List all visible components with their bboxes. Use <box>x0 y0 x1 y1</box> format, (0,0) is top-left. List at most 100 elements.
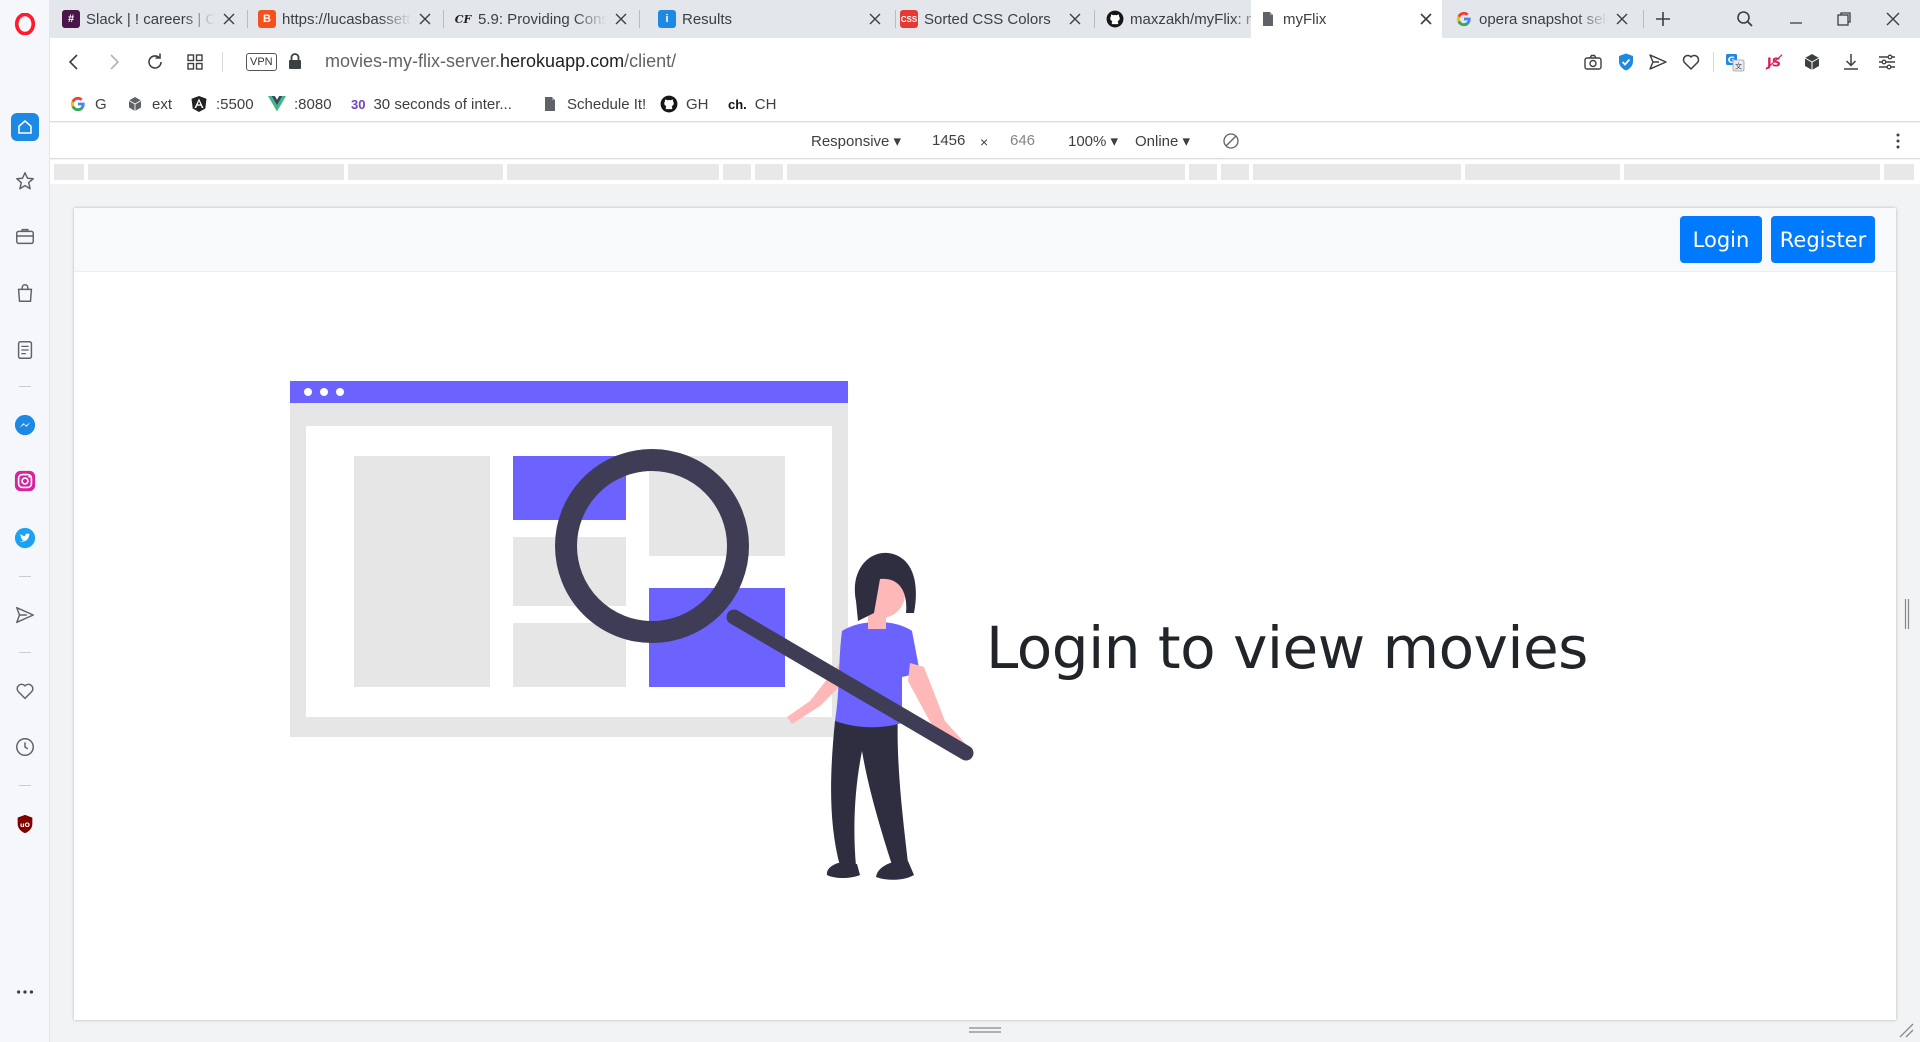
device-mode-dropdown[interactable]: Responsive ▾ <box>811 132 901 150</box>
device-mode-label: Responsive <box>811 133 890 150</box>
media-query-segment[interactable] <box>1189 164 1217 180</box>
rotate-device-icon[interactable] <box>1222 132 1240 150</box>
viewport-bottom-resize-handle[interactable] <box>968 1026 1002 1034</box>
tab-title: Sorted CSS Colors <box>924 10 1051 28</box>
blogger-icon: B <box>258 10 276 28</box>
close-tab-icon[interactable] <box>221 11 237 27</box>
personal-news-icon[interactable] <box>13 338 37 362</box>
zoom-level-label: 100% <box>1068 133 1107 150</box>
tab-lucasbassett[interactable]: B https://lucasbassett <box>250 0 441 38</box>
tab-myflix[interactable]: myFlix <box>1251 0 1442 38</box>
vpn-badge[interactable]: VPN <box>246 53 277 71</box>
toolbar-divider <box>222 52 223 72</box>
bookmark-ext[interactable]: ext <box>126 94 172 114</box>
speed-dial-icon[interactable] <box>11 113 39 141</box>
app-navbar: Login Register <box>74 208 1896 272</box>
send-flow-icon[interactable] <box>1647 51 1669 73</box>
media-query-segment[interactable] <box>348 164 503 180</box>
media-query-segment[interactable] <box>723 164 751 180</box>
illustration-shoe <box>876 861 914 880</box>
viewport-width-input[interactable]: 1456 <box>932 132 965 149</box>
send-flow-icon[interactable] <box>13 603 37 627</box>
reload-icon[interactable] <box>143 50 167 74</box>
bookmark-gh[interactable]: GH <box>660 94 709 114</box>
bookmark-google[interactable]: G <box>69 94 107 114</box>
media-query-segment[interactable] <box>54 164 84 180</box>
media-query-segment[interactable] <box>1884 164 1914 180</box>
login-button[interactable]: Login <box>1680 216 1762 263</box>
bookmark-30-seconds[interactable]: 30 30 seconds of inter... <box>351 94 512 114</box>
media-query-segment[interactable] <box>1624 164 1880 180</box>
tab-sorted-css-colors[interactable]: CSS Sorted CSS Colors <box>850 0 1091 38</box>
javascript-toggle-icon[interactable]: JS <box>1763 51 1785 73</box>
zoom-dropdown[interactable]: 100% ▾ <box>1068 132 1118 150</box>
messenger-icon[interactable] <box>13 413 37 437</box>
tab-grid-icon[interactable] <box>183 50 207 74</box>
bookmarks-bar: G ext :5500 :8080 30 30 seconds of inter… <box>50 86 1920 122</box>
download-icon[interactable] <box>1840 51 1862 73</box>
media-query-segment[interactable] <box>88 164 344 180</box>
media-query-segment[interactable] <box>1221 164 1249 180</box>
tab-careerfoundry[interactable]: CF 5.9: Providing Const <box>446 0 637 38</box>
github-icon <box>660 95 678 113</box>
bookmark-ch[interactable]: ch. CH <box>728 94 776 114</box>
viewport-height-input[interactable]: 646 <box>1010 132 1035 149</box>
tab-slack[interactable]: # Slack | ! careers | Ca <box>54 0 245 38</box>
media-query-segment[interactable] <box>755 164 783 180</box>
bookmark-8080[interactable]: :8080 <box>268 94 332 114</box>
heart-icon[interactable] <box>13 679 37 703</box>
url-host: herokuapp.com <box>500 51 625 71</box>
media-query-segment[interactable] <box>1465 164 1620 180</box>
opera-logo-icon[interactable] <box>13 12 37 36</box>
media-query-segment[interactable] <box>1253 164 1461 180</box>
close-window-icon[interactable] <box>1880 6 1906 32</box>
more-options-icon[interactable] <box>13 980 37 1004</box>
bookmark-schedule-it[interactable]: Schedule It! <box>541 94 646 114</box>
bookmarks-star-icon[interactable] <box>13 169 37 193</box>
back-arrow-icon[interactable] <box>62 50 86 74</box>
snapshot-camera-icon[interactable] <box>1582 51 1604 73</box>
shopping-bag-icon[interactable] <box>13 281 37 305</box>
media-query-ruler <box>50 160 1920 184</box>
history-clock-icon[interactable] <box>13 735 37 759</box>
workspaces-briefcase-icon[interactable] <box>13 224 37 248</box>
tab-title: 5.9: Providing Const <box>478 10 607 28</box>
close-tab-icon[interactable] <box>1614 11 1630 27</box>
ublock-origin-icon[interactable]: uO <box>13 812 37 836</box>
forward-arrow-icon[interactable] <box>102 50 126 74</box>
login-prompt-heading: Login to view movies <box>986 614 1588 682</box>
translate-icon[interactable]: G文 <box>1724 51 1746 73</box>
url-field[interactable]: movies-my-flix-server.herokuapp.com/clie… <box>325 51 676 72</box>
sidebar-divider <box>19 652 31 653</box>
tab-search-icon[interactable] <box>1732 6 1758 32</box>
bookmark-5500[interactable]: :5500 <box>190 94 254 114</box>
restore-window-icon[interactable] <box>1831 6 1857 32</box>
twitter-icon[interactable] <box>13 526 37 550</box>
extension-cube-icon[interactable] <box>1801 51 1823 73</box>
bookmark-label: GH <box>686 95 709 113</box>
heart-icon[interactable] <box>1680 51 1702 73</box>
register-button[interactable]: Register <box>1771 216 1875 263</box>
viewport-corner-resize-icon[interactable] <box>1898 1022 1914 1038</box>
shield-check-icon[interactable] <box>1615 51 1637 73</box>
new-tab-plus-icon[interactable] <box>1650 6 1676 32</box>
close-tab-icon[interactable] <box>1418 11 1434 27</box>
document-icon <box>1259 10 1277 28</box>
bookmark-label: 30 seconds of inter... <box>373 95 512 113</box>
device-toolbar-more-icon[interactable] <box>1889 132 1907 150</box>
network-throttle-dropdown[interactable]: Online ▾ <box>1135 132 1190 150</box>
minimize-window-icon[interactable] <box>1783 6 1809 32</box>
tab-divider <box>639 10 640 28</box>
easy-setup-icon[interactable] <box>1876 51 1898 73</box>
lock-icon[interactable] <box>288 52 302 70</box>
close-tab-icon[interactable] <box>417 11 433 27</box>
illustration-window-titlebar <box>290 381 848 403</box>
tab-opera-snapshot[interactable]: opera snapshot sele <box>1447 0 1638 38</box>
instagram-icon[interactable] <box>13 469 37 493</box>
viewport-side-resize-handle[interactable] <box>1904 598 1910 630</box>
document-icon <box>541 95 559 113</box>
close-tab-icon[interactable] <box>613 11 629 27</box>
media-query-segment[interactable] <box>507 164 719 180</box>
tab-title: myFlix <box>1283 10 1327 28</box>
media-query-segment[interactable] <box>787 164 1185 180</box>
